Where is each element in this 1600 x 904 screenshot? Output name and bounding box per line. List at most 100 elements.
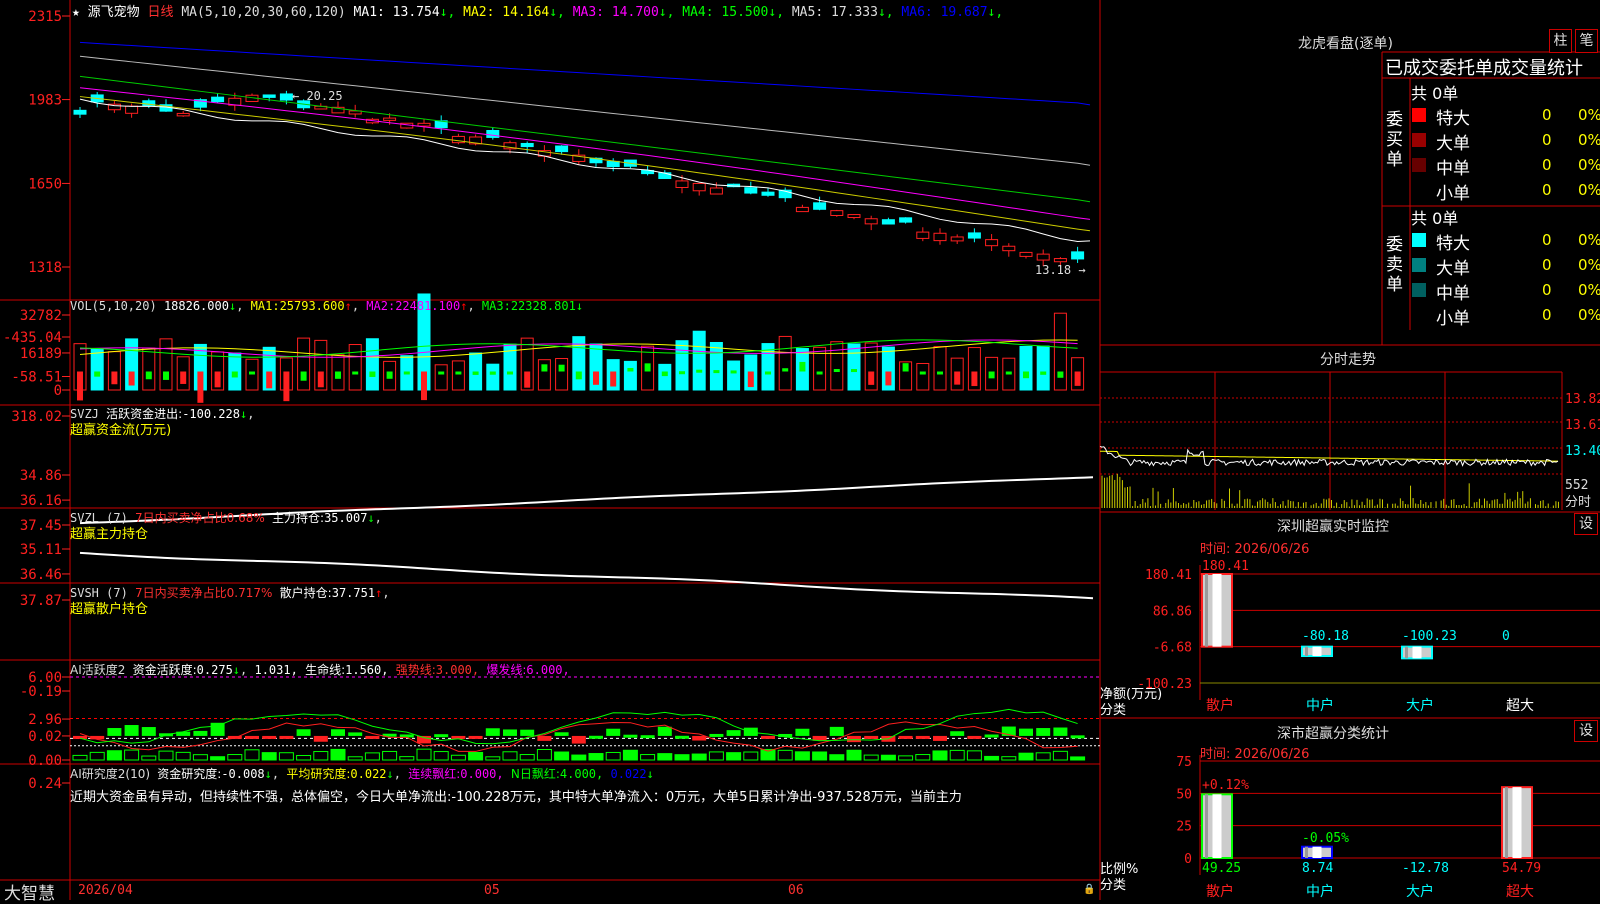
ai1-bar-57[interactable] xyxy=(1052,750,1068,761)
svzj-bar-43[interactable] xyxy=(816,371,823,375)
vol-bar-44[interactable] xyxy=(830,341,844,391)
candle-12[interactable] xyxy=(279,93,293,101)
ai1-bar-6[interactable] xyxy=(175,751,191,761)
ai1-bar-38[interactable] xyxy=(726,752,742,761)
ai1-bar-23[interactable] xyxy=(468,751,484,761)
svzj-bar-3[interactable] xyxy=(128,371,135,386)
candle-45[interactable] xyxy=(847,214,861,219)
ai2-bar-49[interactable] xyxy=(915,735,930,739)
ai1-bar-45[interactable] xyxy=(846,749,862,761)
ai2-bar-26[interactable] xyxy=(520,729,535,736)
svzj-bar-56[interactable] xyxy=(1040,371,1047,375)
svzj-bar-11[interactable] xyxy=(266,371,273,389)
ai1-bar-7[interactable] xyxy=(192,754,208,761)
svzj-bar-4[interactable] xyxy=(145,371,152,380)
stock-name[interactable]: 源飞宠物 xyxy=(88,5,140,20)
ai2-bar-11[interactable] xyxy=(262,735,277,739)
ai1-bar-36[interactable] xyxy=(691,753,707,761)
ai1-bar-26[interactable] xyxy=(519,754,535,761)
ai1-bar-35[interactable] xyxy=(674,754,690,761)
svzj-bar-35[interactable] xyxy=(679,371,685,375)
candle-37[interactable] xyxy=(709,187,723,195)
candle-31[interactable] xyxy=(606,160,620,168)
ai1-bar-27[interactable] xyxy=(536,748,552,761)
tick-view-button[interactable]: 笔 xyxy=(1575,29,1598,53)
candle-26[interactable] xyxy=(520,142,534,148)
ai2-bar-27[interactable] xyxy=(537,735,552,741)
ai1-bar-55[interactable] xyxy=(1018,752,1034,761)
svzj-bar-45[interactable] xyxy=(851,369,857,373)
svzj-bar-10[interactable] xyxy=(249,371,255,375)
ai1-bar-33[interactable] xyxy=(640,754,656,761)
candle-53[interactable] xyxy=(985,239,999,247)
ai2-bar-14[interactable] xyxy=(313,735,328,742)
ai2-bar-45[interactable] xyxy=(847,735,861,743)
ai2-bar-34[interactable] xyxy=(657,726,672,736)
ai1-bar-48[interactable] xyxy=(898,755,914,761)
ai1-bar-25[interactable] xyxy=(502,751,518,761)
svzj-bar-18[interactable] xyxy=(386,371,393,379)
svzj-bar-34[interactable] xyxy=(661,371,668,377)
ai1-bar-14[interactable] xyxy=(313,751,329,761)
ai1-bar-32[interactable] xyxy=(622,749,638,761)
vol-bar-17[interactable] xyxy=(365,338,379,391)
candle-43[interactable] xyxy=(813,202,827,210)
ai2-bar-42[interactable] xyxy=(795,728,810,736)
vol-bar-32[interactable] xyxy=(623,360,637,391)
ai2-bar-28[interactable] xyxy=(554,732,569,736)
ai2-bar-31[interactable] xyxy=(606,728,621,736)
svzj-bar-13[interactable] xyxy=(300,371,307,381)
ai2-bar-15[interactable] xyxy=(331,729,345,736)
ai1-bar-52[interactable] xyxy=(966,750,982,761)
ai2-bar-50[interactable] xyxy=(933,735,947,741)
svzj-bar-29[interactable] xyxy=(575,371,582,380)
ai1-bar-9[interactable] xyxy=(227,754,243,761)
period-label[interactable]: 日线 xyxy=(148,5,174,20)
svzj-bar-33[interactable] xyxy=(644,363,651,372)
candle-44[interactable] xyxy=(830,210,844,216)
ai2-bar-40[interactable] xyxy=(761,735,775,739)
ai1-bar-31[interactable] xyxy=(605,751,621,761)
ai1-bar-0[interactable] xyxy=(72,754,88,761)
candle-24[interactable] xyxy=(486,129,500,138)
vol-bar-21[interactable] xyxy=(434,364,448,391)
ai1-bar-53[interactable] xyxy=(984,755,1000,761)
candle-58[interactable] xyxy=(1071,251,1085,260)
ai2-bar-8[interactable] xyxy=(210,722,225,736)
vol-bar-2[interactable] xyxy=(107,351,121,391)
svzj-bar-21[interactable] xyxy=(438,371,445,375)
vol-bar-56[interactable] xyxy=(1036,345,1050,391)
ai1-bar-20[interactable] xyxy=(416,748,432,761)
candle-56[interactable] xyxy=(1036,253,1050,261)
svzj-bar-19[interactable] xyxy=(403,371,410,375)
ai2-bar-29[interactable] xyxy=(571,735,586,744)
svzj-bar-57[interactable] xyxy=(1057,371,1064,378)
vol-bar-1[interactable] xyxy=(90,348,104,391)
svzj-bar-24[interactable] xyxy=(489,371,496,375)
svzj-bar-36[interactable] xyxy=(696,369,703,373)
svzj-bar-32[interactable] xyxy=(627,367,634,372)
vol-bar-5[interactable] xyxy=(159,338,173,391)
svzj-bar-52[interactable] xyxy=(971,371,978,387)
ai2-bar-46[interactable] xyxy=(864,735,879,739)
ai1-bar-41[interactable] xyxy=(777,749,793,761)
ai1-bar-47[interactable] xyxy=(880,754,896,761)
ai1-bar-18[interactable] xyxy=(382,750,398,761)
ai1-bar-28[interactable] xyxy=(554,751,570,761)
ai2-bar-57[interactable] xyxy=(1053,727,1068,736)
ai2-bar-52[interactable] xyxy=(967,735,982,739)
ai1-bar-21[interactable] xyxy=(433,751,449,761)
ai1-bar-34[interactable] xyxy=(657,753,673,761)
ai2-bar-21[interactable] xyxy=(434,734,449,738)
ai1-bar-56[interactable] xyxy=(1035,752,1051,761)
ai1-bar-51[interactable] xyxy=(949,749,965,761)
candle-46[interactable] xyxy=(864,218,878,225)
candle-48[interactable] xyxy=(899,217,913,223)
ai1-bar-30[interactable] xyxy=(588,753,604,761)
candle-3[interactable] xyxy=(125,105,139,114)
ai2-bar-36[interactable] xyxy=(692,735,707,741)
ai1-bar-17[interactable] xyxy=(364,752,380,761)
ai2-bar-12[interactable] xyxy=(279,735,294,739)
svzj-bar-0[interactable] xyxy=(77,371,83,401)
ai2-bar-13[interactable] xyxy=(296,729,311,736)
